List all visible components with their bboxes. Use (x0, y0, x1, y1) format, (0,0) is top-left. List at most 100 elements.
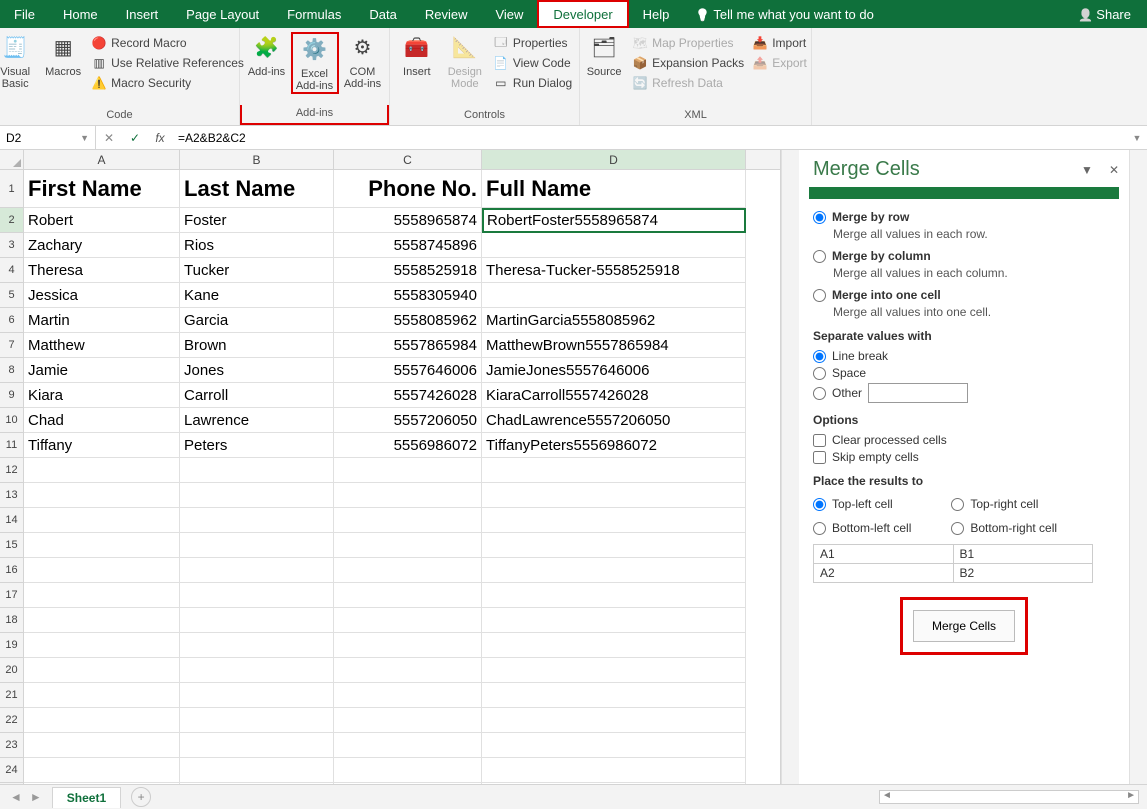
pane-close-button[interactable]: ✕ (1109, 163, 1119, 177)
cell[interactable] (24, 608, 180, 633)
tab-help[interactable]: Help (629, 0, 684, 28)
cell[interactable]: Jessica (24, 283, 180, 308)
cell[interactable] (24, 708, 180, 733)
row-header[interactable]: 4 (0, 258, 24, 283)
cell[interactable]: 5558085962 (334, 308, 482, 333)
cell[interactable] (334, 608, 482, 633)
cell[interactable] (24, 683, 180, 708)
cell[interactable] (482, 483, 746, 508)
cell[interactable]: MatthewBrown5557865984 (482, 333, 746, 358)
row-header[interactable]: 2 (0, 208, 24, 233)
cell[interactable]: Phone No. (334, 170, 482, 208)
row-header[interactable]: 9 (0, 383, 24, 408)
row-header[interactable]: 17 (0, 583, 24, 608)
map-properties-button[interactable]: 🗺Map Properties (628, 34, 748, 52)
row-header[interactable]: 3 (0, 233, 24, 258)
source-button[interactable]: 🗂 Source (580, 32, 628, 78)
cell[interactable] (180, 533, 334, 558)
cell[interactable] (24, 633, 180, 658)
cell[interactable] (482, 708, 746, 733)
cell[interactable] (180, 783, 334, 784)
cell[interactable] (180, 458, 334, 483)
cell[interactable]: Robert (24, 208, 180, 233)
cell[interactable]: Kane (180, 283, 334, 308)
cell[interactable] (24, 758, 180, 783)
excel-addins-button[interactable]: ⚙️ Excel Add-ins (291, 32, 339, 94)
row-header[interactable]: 25 (0, 783, 24, 784)
cell[interactable] (334, 633, 482, 658)
cell[interactable]: Matthew (24, 333, 180, 358)
sep-linebreak-radio[interactable]: Line break (813, 349, 1115, 363)
cell[interactable] (334, 733, 482, 758)
pane-vscroll[interactable] (1129, 150, 1147, 784)
cell[interactable]: 5557646006 (334, 358, 482, 383)
cell[interactable]: 5558965874 (334, 208, 482, 233)
cell[interactable]: MartinGarcia5558085962 (482, 308, 746, 333)
cell[interactable]: TiffanyPeters5556986072 (482, 433, 746, 458)
cell[interactable]: Martin (24, 308, 180, 333)
sep-other-radio[interactable]: Other (813, 383, 1115, 403)
hscroll-bar[interactable] (879, 790, 1139, 804)
col-header-c[interactable]: C (334, 150, 482, 169)
cell[interactable] (180, 483, 334, 508)
cell[interactable] (334, 658, 482, 683)
tab-view[interactable]: View (481, 0, 537, 28)
place-bl-radio[interactable]: Bottom-left cell (813, 521, 911, 535)
fx-icon[interactable]: fx (148, 131, 172, 145)
cell[interactable]: 5558305940 (334, 283, 482, 308)
row-header[interactable]: 20 (0, 658, 24, 683)
cell[interactable]: Carroll (180, 383, 334, 408)
cell[interactable] (482, 233, 746, 258)
record-macro-button[interactable]: 🔴Record Macro (87, 34, 248, 52)
cell[interactable]: 5557865984 (334, 333, 482, 358)
cell[interactable] (482, 733, 746, 758)
chevron-down-icon[interactable]: ▼ (80, 133, 89, 143)
row-header[interactable]: 5 (0, 283, 24, 308)
com-addins-button[interactable]: ⚙ COM Add-ins (339, 32, 387, 90)
tell-me[interactable]: Tell me what you want to do (683, 7, 885, 22)
cell[interactable] (24, 733, 180, 758)
cell[interactable] (180, 758, 334, 783)
cell[interactable] (482, 283, 746, 308)
cell[interactable] (334, 508, 482, 533)
cell[interactable]: Theresa (24, 258, 180, 283)
insert-control-button[interactable]: 🧰 Insert (393, 32, 441, 78)
formula-expand-button[interactable]: ▼ (1127, 133, 1147, 143)
merge-cells-button[interactable]: Merge Cells (913, 610, 1015, 642)
macro-security-button[interactable]: ⚠️Macro Security (87, 74, 248, 92)
skip-empty-checkbox[interactable]: Skip empty cells (813, 450, 1115, 464)
cell[interactable] (334, 783, 482, 784)
tab-nav-last[interactable]: ► (30, 790, 42, 804)
cell[interactable]: Tucker (180, 258, 334, 283)
expansion-packs-button[interactable]: 📦Expansion Packs (628, 54, 748, 72)
cell[interactable]: Last Name (180, 170, 334, 208)
cell[interactable] (180, 558, 334, 583)
col-header-b[interactable]: B (180, 150, 334, 169)
cell[interactable] (334, 558, 482, 583)
cell[interactable] (482, 533, 746, 558)
cell[interactable] (482, 508, 746, 533)
clear-processed-checkbox[interactable]: Clear processed cells (813, 433, 1115, 447)
tab-data[interactable]: Data (355, 0, 410, 28)
cell[interactable] (482, 633, 746, 658)
cell[interactable] (482, 558, 746, 583)
tab-page-layout[interactable]: Page Layout (172, 0, 273, 28)
cell[interactable] (180, 708, 334, 733)
cell[interactable]: Jamie (24, 358, 180, 383)
row-header[interactable]: 12 (0, 458, 24, 483)
refresh-data-button[interactable]: 🔄Refresh Data (628, 74, 748, 92)
cell[interactable]: First Name (24, 170, 180, 208)
confirm-formula-button[interactable]: ✓ (122, 131, 148, 145)
tab-developer[interactable]: Developer (537, 0, 628, 28)
cell[interactable]: Peters (180, 433, 334, 458)
cell[interactable]: Theresa-Tucker-5558525918 (482, 258, 746, 283)
new-sheet-button[interactable]: + (131, 787, 151, 807)
pane-menu-button[interactable]: ▼ (1081, 163, 1093, 177)
cell[interactable] (334, 758, 482, 783)
cell[interactable] (24, 783, 180, 784)
place-tl-radio[interactable]: Top-left cell (813, 497, 911, 511)
share-button[interactable]: Share (1062, 7, 1147, 22)
merge-one-cell-radio[interactable]: Merge into one cell (813, 288, 1115, 302)
relative-refs-button[interactable]: ▥Use Relative References (87, 54, 248, 72)
cell[interactable] (482, 658, 746, 683)
